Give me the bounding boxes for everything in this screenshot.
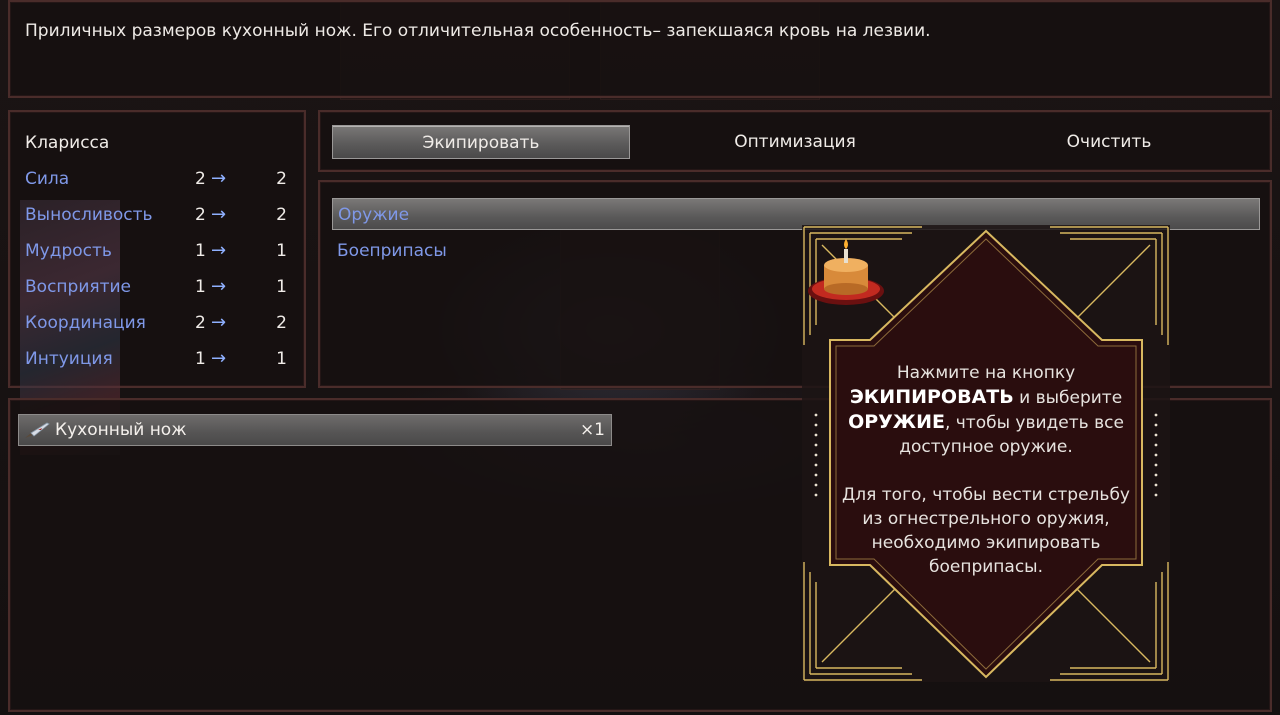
stat-label: Координация [25,313,146,333]
optimize-command-button[interactable]: Оптимизация [646,125,944,159]
help-window [8,0,1272,98]
stat-new: 2 [276,169,287,189]
arrow-right-icon: → [211,312,227,333]
stat-row: Восприятие 1 → 1 [25,276,287,307]
stat-new: 1 [276,241,287,261]
cake-icon [808,239,884,305]
tutorial-highlight: ЭКИПИРОВАТЬ [849,386,1014,408]
arrow-right-icon: → [211,204,227,225]
tutorial-highlight: ОРУЖИЕ [848,411,945,433]
stat-current: 1 [195,349,206,369]
knife-icon [25,422,50,438]
stat-new: 1 [276,277,287,297]
arrow-right-icon: → [211,348,227,369]
stat-row: Интуиция 1 → 1 [25,348,287,379]
tutorial-line: Нажмите на кнопку [896,363,1076,383]
stat-row: Мудрость 1 → 1 [25,240,287,271]
tutorial-line: и выберите [1013,388,1123,408]
tutorial-card: Нажмите на кнопку ЭКИПИРОВАТЬ и выберите… [802,225,1170,682]
tutorial-text: Нажмите на кнопку ЭКИПИРОВАТЬ и выберите… [832,361,1140,579]
stat-label: Интуиция [25,349,113,369]
stat-new: 1 [276,349,287,369]
stat-current: 1 [195,241,206,261]
item-description: Приличных размеров кухонный нож. Его отл… [25,21,931,41]
arrow-right-icon: → [211,276,227,297]
arrow-right-icon: → [211,240,227,261]
stat-label: Мудрость [25,241,112,261]
stat-label: Сила [25,169,70,189]
actor-name: Кларисса [25,133,110,153]
stat-current: 2 [195,169,206,189]
stat-label: Выносливость [25,205,153,225]
item-name: Кухонный нож [55,420,187,440]
stat-row: Сила 2 → 2 [25,168,287,199]
stat-new: 2 [276,313,287,333]
stat-row: Выносливость 2 → 2 [25,204,287,235]
tutorial-paragraph: Для того, чтобы вести стрельбу из огнест… [842,485,1130,577]
clear-command-button[interactable]: Очистить [960,125,1258,159]
stat-row: Координация 2 → 2 [25,312,287,343]
arrow-right-icon: → [211,168,227,189]
stat-current: 2 [195,313,206,333]
stat-current: 2 [195,205,206,225]
stat-new: 2 [276,205,287,225]
equip-command-button[interactable]: Экипировать [332,125,630,159]
stat-label: Восприятие [25,277,132,297]
item-row[interactable]: Кухонный нож ×1 [18,414,612,446]
item-count: ×1 [579,420,605,440]
stat-current: 1 [195,277,206,297]
